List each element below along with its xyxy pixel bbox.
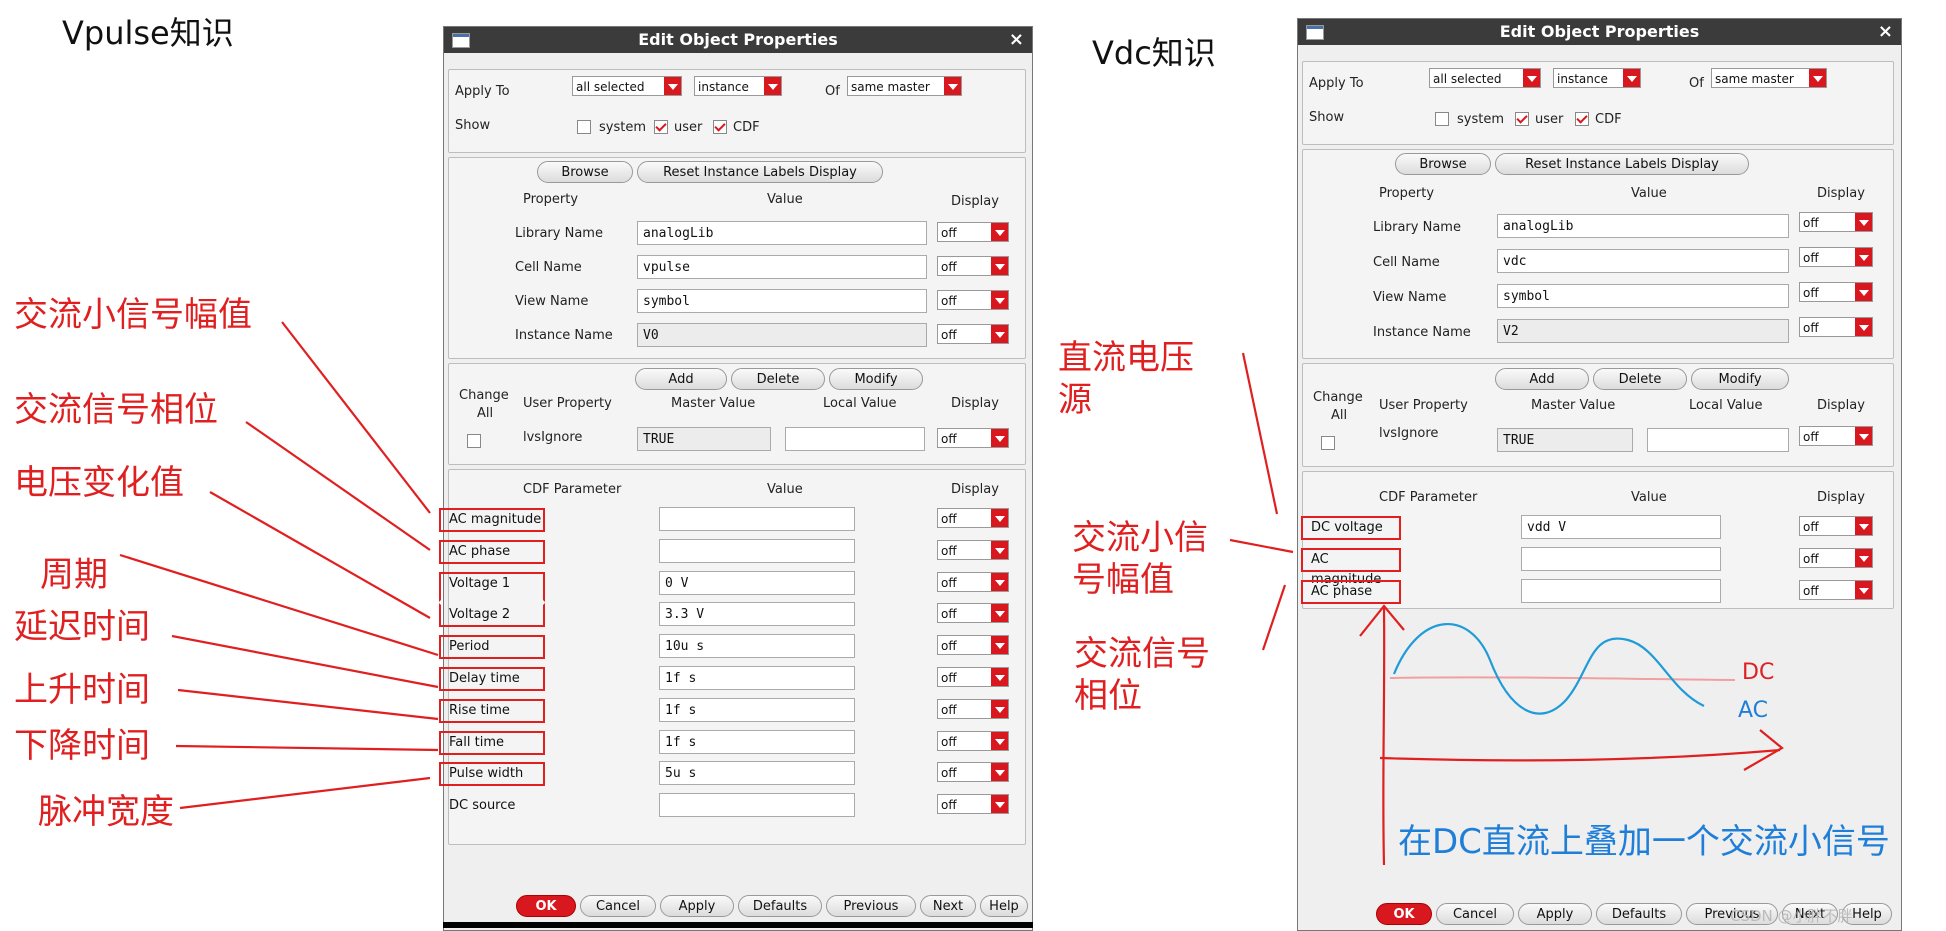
note-period: 周期 — [40, 555, 108, 595]
note-ac-mag-1: 交流小信 — [1072, 518, 1208, 558]
note-ac-phase-2: 相位 — [1074, 676, 1142, 716]
watermark: CSDN @小胖不胖 — [1730, 907, 1853, 925]
note-ac-magnitude: 交流小信号幅值 — [14, 295, 252, 335]
note-delay: 延迟时间 — [14, 607, 150, 647]
ac-label: AC — [1738, 698, 1769, 723]
note-rise: 上升时间 — [14, 670, 150, 710]
ac-wave-line — [1392, 623, 1705, 715]
note-ac-phase-1: 交流信号 — [1074, 634, 1210, 674]
note-dc-source-1: 直流电压 — [1058, 338, 1194, 378]
note-voltage-change: 电压变化值 — [14, 463, 184, 503]
note-fall: 下降时间 — [14, 726, 150, 766]
note-dc-source-2: 源 — [1058, 380, 1092, 420]
dc-level-line — [1389, 676, 1736, 681]
note-ac-mag-2: 号幅值 — [1072, 560, 1174, 600]
annotation-lines — [119, 321, 1784, 866]
dc-label: DC — [1742, 660, 1775, 685]
note-ac-phase: 交流信号相位 — [14, 390, 218, 430]
note-pulse-width: 脉冲宽度 — [38, 792, 174, 832]
summary-note: 在DC直流上叠加一个交流小信号 — [1398, 822, 1890, 862]
